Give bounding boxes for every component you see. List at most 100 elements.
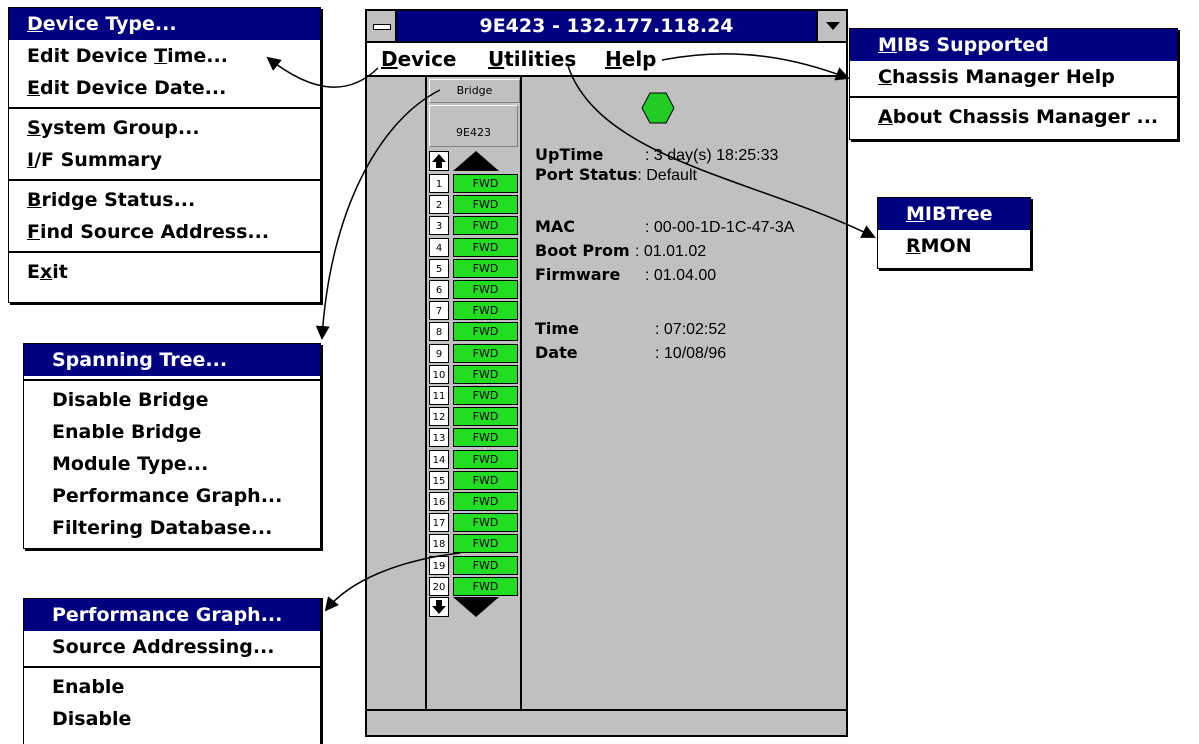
- utilities-menu-item-mibtree[interactable]: MIBTree: [878, 198, 1030, 230]
- menu-device[interactable]: Device: [381, 43, 457, 75]
- menu-utilities[interactable]: Utilities: [488, 43, 576, 75]
- port-row[interactable]: 9 FWD: [427, 343, 520, 364]
- port-status[interactable]: FWD: [453, 555, 518, 575]
- bridge-menu-item-disable-bridge[interactable]: Disable Bridge: [24, 384, 320, 416]
- port-status[interactable]: FWD: [453, 216, 518, 236]
- port-status[interactable]: FWD: [453, 343, 518, 363]
- port-row[interactable]: 1 FWD: [427, 173, 520, 194]
- port-row[interactable]: 6 FWD: [427, 279, 520, 300]
- help-menu: MIBs Supported Chassis Manager Help About …: [849, 28, 1178, 140]
- chassis-manager-window: 9E423 - 132.177.118.24 Device Utilities …: [365, 9, 848, 737]
- port-menu-item-enable[interactable]: Enable: [24, 671, 320, 703]
- port-row[interactable]: 13 FWD: [427, 427, 520, 448]
- port-number: 12: [429, 407, 449, 427]
- port-status[interactable]: FWD: [453, 195, 518, 215]
- port-status[interactable]: FWD: [453, 534, 518, 554]
- port-status[interactable]: FWD: [453, 492, 518, 511]
- port-menu-item-disable[interactable]: Disable: [24, 703, 320, 735]
- port-number: 1: [429, 174, 449, 193]
- port-status[interactable]: FWD: [453, 428, 518, 448]
- port-number: 2: [429, 195, 449, 215]
- port-row[interactable]: 12 FWD: [427, 406, 520, 427]
- port-row[interactable]: 2 FWD: [427, 194, 520, 215]
- menu-separator: [24, 379, 320, 381]
- device-menu-item-exit[interactable]: Exit: [9, 256, 320, 288]
- port-row[interactable]: 11 FWD: [427, 385, 520, 406]
- bridge-menu-item-spanning-tree[interactable]: Spanning Tree...: [24, 344, 320, 376]
- down-arrow-icon: [826, 22, 840, 30]
- menu-help[interactable]: Help: [605, 43, 657, 75]
- port-row[interactable]: 16 FWD: [427, 491, 520, 512]
- port-number: 9: [429, 343, 449, 363]
- port-row[interactable]: 19 FWD: [427, 555, 520, 576]
- device-menu-item-device-type[interactable]: Device Type...: [9, 8, 320, 40]
- utilities-menu: MIBTree RMON: [877, 197, 1031, 269]
- port-status[interactable]: FWD: [453, 576, 518, 596]
- port-row[interactable]: 4 FWD: [427, 237, 520, 258]
- bridge-menu-item-filtering-database[interactable]: Filtering Database...: [24, 512, 320, 544]
- menu-separator: [9, 251, 320, 253]
- port-status[interactable]: FWD: [453, 322, 518, 342]
- port-status[interactable]: FWD: [453, 449, 518, 469]
- port-row[interactable]: 15 FWD: [427, 470, 520, 491]
- bridge-button[interactable]: Bridge: [429, 79, 520, 103]
- port-menu-item-performance-graph[interactable]: Performance Graph...: [24, 599, 320, 631]
- minimize-button[interactable]: [816, 11, 846, 41]
- device-menu-item-edit-device-time[interactable]: Edit Device Time...: [9, 40, 320, 72]
- device-menu-item-system-group[interactable]: System Group...: [9, 112, 320, 144]
- port-number: 16: [429, 492, 449, 511]
- port-row[interactable]: 18 FWD: [427, 533, 520, 554]
- title-bar: 9E423 - 132.177.118.24: [367, 11, 846, 43]
- bridge-menu-item-enable-bridge[interactable]: Enable Bridge: [24, 416, 320, 448]
- scroll-down-icon[interactable]: [429, 597, 449, 617]
- bridge-menu-item-performance-graph[interactable]: Performance Graph...: [24, 480, 320, 512]
- port-number: 7: [429, 301, 449, 321]
- bridge-menu-item-module-type[interactable]: Module Type...: [24, 448, 320, 480]
- port-status[interactable]: FWD: [453, 237, 518, 257]
- port-row[interactable]: 8 FWD: [427, 321, 520, 342]
- uptime-row: UpTime: 3 day(s) 18:25:33: [535, 145, 779, 164]
- help-menu-item-about-chassis-manager[interactable]: About Chassis Manager ...: [850, 101, 1177, 133]
- device-menu-item-bridge-status[interactable]: Bridge Status...: [9, 184, 320, 216]
- date-row: Date: 10/08/96: [535, 343, 727, 362]
- scroll-up-icon[interactable]: [429, 151, 449, 171]
- device-menu-item-i-f-summary[interactable]: I/F Summary: [9, 144, 320, 176]
- help-menu-item-chassis-manager-help[interactable]: Chassis Manager Help: [850, 61, 1177, 93]
- port-row[interactable]: 20 FWD: [427, 576, 520, 597]
- port-status[interactable]: FWD: [453, 470, 518, 490]
- port-number: 11: [429, 386, 449, 405]
- port-number: 10: [429, 364, 449, 384]
- port-status[interactable]: FWD: [453, 386, 518, 405]
- port-status[interactable]: FWD: [453, 364, 518, 384]
- help-menu-item-mibs-supported[interactable]: MIBs Supported: [850, 29, 1177, 61]
- port-number: 4: [429, 237, 449, 257]
- module-down-arrow-icon[interactable]: [453, 597, 499, 617]
- port-status[interactable]: FWD: [453, 174, 518, 193]
- port-row[interactable]: 10 FWD: [427, 364, 520, 385]
- port-number: 14: [429, 449, 449, 469]
- device-menu-item-edit-device-date[interactable]: Edit Device Date...: [9, 72, 320, 104]
- port-row[interactable]: 5 FWD: [427, 258, 520, 279]
- module-up-arrow-icon[interactable]: [453, 151, 499, 171]
- port-status[interactable]: FWD: [453, 258, 518, 278]
- port-menu-item-source-addressing[interactable]: Source Addressing...: [24, 631, 320, 663]
- port-status[interactable]: FWD: [453, 513, 518, 533]
- port-row[interactable]: 7 FWD: [427, 300, 520, 321]
- port-status[interactable]: FWD: [453, 407, 518, 427]
- port-status[interactable]: FWD: [453, 301, 518, 321]
- port-row[interactable]: 17 FWD: [427, 512, 520, 533]
- port-row[interactable]: 14 FWD: [427, 449, 520, 470]
- system-menu-button[interactable]: [367, 11, 397, 41]
- utilities-menu-item-rmon[interactable]: RMON: [878, 230, 1030, 262]
- port-number: 15: [429, 470, 449, 490]
- menu-bar: Device Utilities Help: [367, 43, 846, 77]
- port-number: 6: [429, 280, 449, 299]
- port-row[interactable]: 3 FWD: [427, 215, 520, 236]
- port-status[interactable]: FWD: [453, 280, 518, 299]
- time-row: Time: 07:02:52: [535, 319, 727, 338]
- device-menu-item-find-source-address[interactable]: Find Source Address...: [9, 216, 320, 248]
- boot-prom-row: Boot Prom: 01.01.02: [535, 241, 707, 260]
- module-label[interactable]: 9E423: [429, 105, 518, 147]
- menu-separator: [24, 666, 320, 668]
- device-info: UpTime: 3 day(s) 18:25:33 Port Status: D…: [535, 77, 846, 711]
